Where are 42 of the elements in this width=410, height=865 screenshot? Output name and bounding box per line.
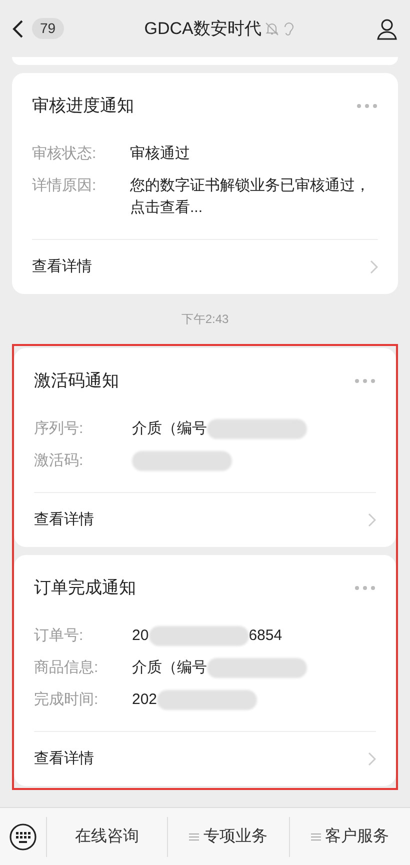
message-card[interactable]: 审核进度通知 审核状态: 审核通过 详情原因: 您的数字证书解锁业务已审核通过，点击查看... 查看详情 bbox=[12, 73, 398, 294]
field-label: 商品信息: bbox=[34, 658, 100, 678]
keyboard-icon[interactable] bbox=[9, 822, 37, 850]
back-icon[interactable] bbox=[12, 18, 24, 38]
field-value: 介质（编号 bbox=[132, 418, 207, 438]
card-title: 激活码通知 bbox=[34, 370, 119, 392]
ear-icon bbox=[283, 22, 296, 36]
timestamp: 下午2:43 bbox=[181, 311, 229, 328]
details-link[interactable]: 查看详情 bbox=[34, 508, 94, 531]
field-value: 202 bbox=[132, 690, 158, 710]
field-value: 介质（编号 bbox=[132, 658, 207, 678]
message-card[interactable]: 订单完成通知 订单号: 20 6854 商品信息: 介质（编号 完成时间: 202 查看详情 bbox=[14, 555, 396, 786]
chevron-right-icon bbox=[368, 752, 376, 766]
field-value: 6854 bbox=[248, 626, 282, 646]
card-title: 审核进度通知 bbox=[32, 95, 134, 117]
bell-off-icon bbox=[265, 22, 280, 36]
chevron-right-icon bbox=[370, 260, 378, 274]
field-value: 20 bbox=[132, 626, 149, 646]
message-card[interactable]: 激活码通知 序列号: 介质（编号 激活码: 查看详情 bbox=[14, 348, 396, 547]
unread-count: 79 bbox=[32, 18, 64, 39]
field-label: 订单号: bbox=[34, 626, 84, 646]
field-value: 审核通过 bbox=[130, 144, 190, 164]
more-icon[interactable] bbox=[354, 584, 376, 591]
menu-tab[interactable]: 客户服务 bbox=[288, 816, 410, 856]
field-label: 详情原因: bbox=[32, 176, 98, 196]
list-icon bbox=[189, 832, 200, 842]
field-label: 序列号: bbox=[34, 418, 84, 438]
more-icon[interactable] bbox=[356, 102, 378, 109]
card-title: 订单完成通知 bbox=[34, 577, 136, 599]
profile-icon[interactable] bbox=[376, 18, 398, 40]
field-label: 激活码: bbox=[34, 450, 84, 470]
chevron-right-icon bbox=[368, 512, 376, 527]
chat-title: GDCA数安时代 bbox=[144, 18, 262, 40]
menu-tab[interactable]: 在线咨询 bbox=[46, 816, 168, 856]
more-icon[interactable] bbox=[354, 378, 376, 384]
field-label: 完成时间: bbox=[34, 690, 100, 710]
details-link[interactable]: 查看详情 bbox=[34, 748, 94, 770]
field-value: 您的数字证书解锁业务已审核通过，点击查看... bbox=[130, 176, 371, 218]
menu-tab[interactable]: 专项业务 bbox=[167, 816, 289, 856]
list-icon bbox=[310, 832, 321, 842]
details-link[interactable]: 查看详情 bbox=[32, 256, 92, 278]
field-label: 审核状态: bbox=[32, 144, 98, 164]
